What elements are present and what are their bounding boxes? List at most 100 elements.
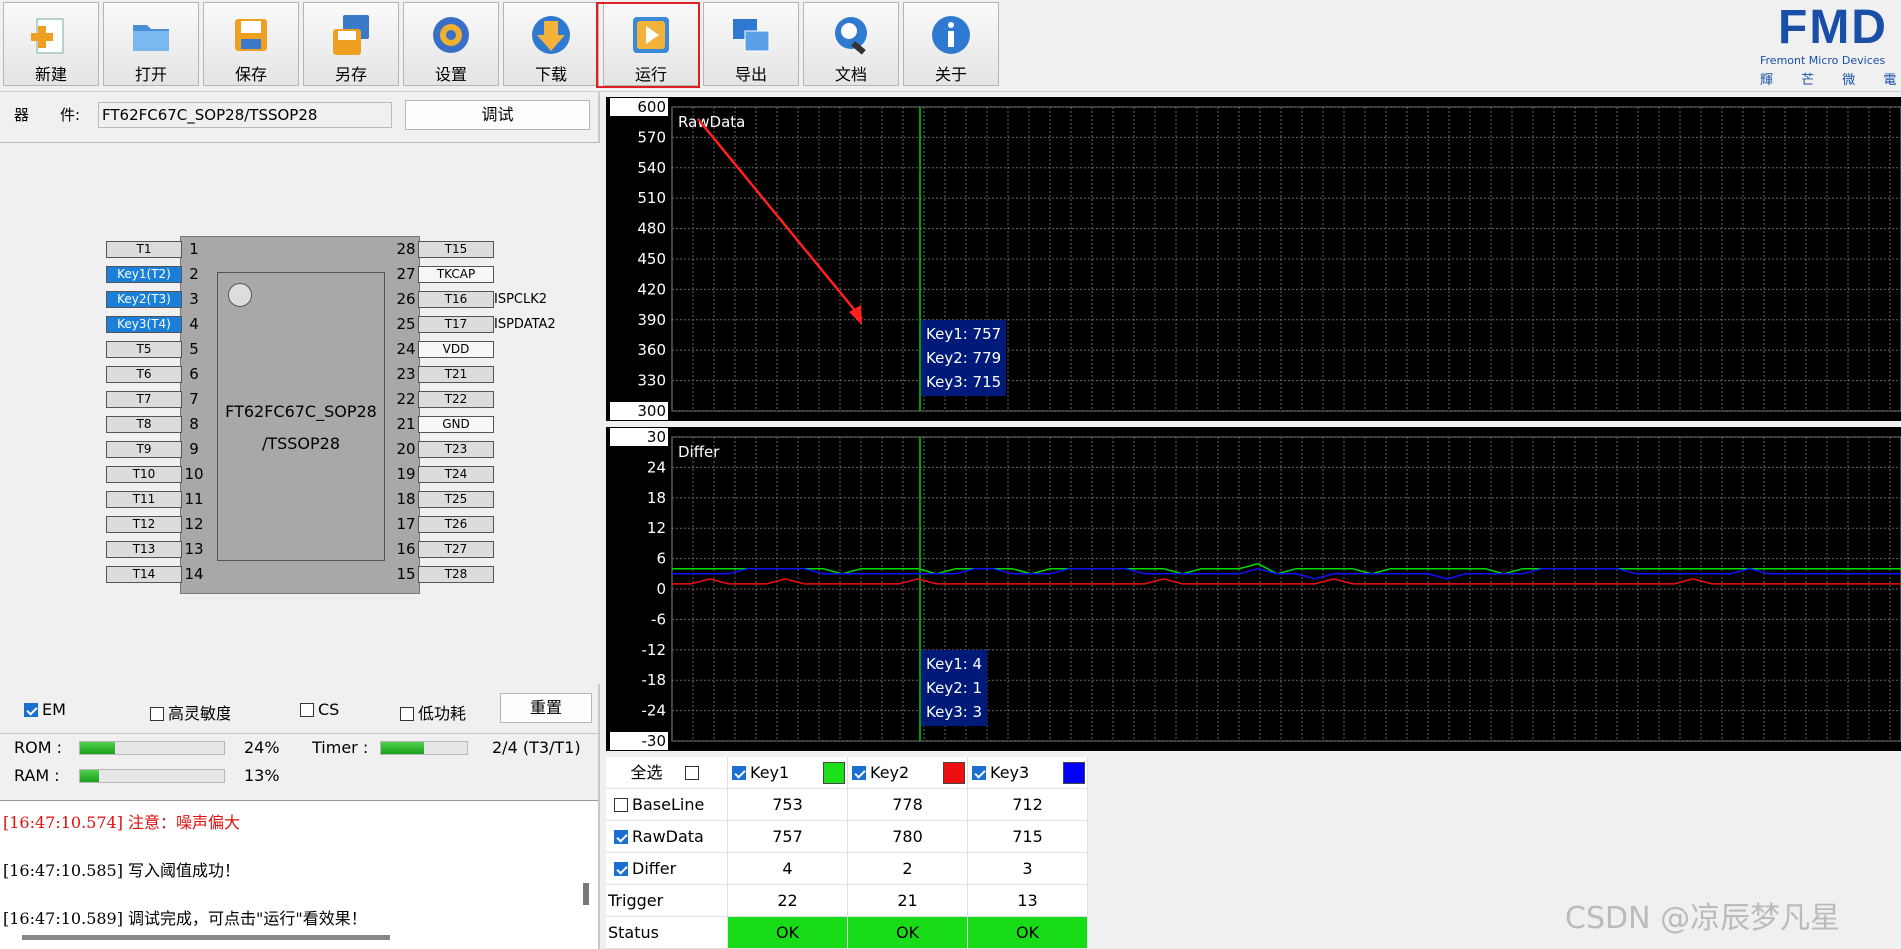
- open-button[interactable]: 打开: [103, 2, 199, 86]
- timer-value: 2/4 (T3/T1): [492, 738, 581, 757]
- new-button[interactable]: 新建: [3, 2, 99, 86]
- pin-number: 14: [184, 565, 204, 583]
- reset-button[interactable]: 重置: [500, 693, 592, 723]
- document-search-icon: [835, 17, 867, 55]
- high-sens-checkbox[interactable]: [150, 707, 164, 721]
- y-tick-label: -12: [642, 641, 667, 659]
- chip-name-line2: /TSSOP28: [261, 434, 341, 453]
- pin-right-26[interactable]: T16: [418, 291, 494, 308]
- cs-option[interactable]: CS: [300, 700, 339, 719]
- cs-checkbox[interactable]: [300, 703, 314, 717]
- watermark: CSDN @凉辰梦凡星: [1565, 901, 1841, 936]
- rom-progress-fill: [80, 742, 115, 754]
- pin-left-6[interactable]: T6: [106, 366, 182, 383]
- pin-number: 11: [184, 490, 204, 508]
- pin-left-3[interactable]: Key2(T3): [106, 291, 182, 308]
- pin-right-20[interactable]: T23: [418, 441, 494, 458]
- pin-left-5[interactable]: T5: [106, 341, 182, 358]
- row-label-text: Differ: [632, 859, 677, 878]
- new-button-label: 新建: [34, 65, 67, 84]
- key-checkbox[interactable]: [972, 766, 986, 780]
- pin-left-10[interactable]: T10: [106, 466, 182, 483]
- key-name: Key1: [750, 763, 790, 782]
- key-header-2[interactable]: Key2: [848, 757, 968, 789]
- pin-left-14[interactable]: T14: [106, 566, 182, 583]
- key-color-swatch[interactable]: [943, 762, 965, 784]
- pin-right-17[interactable]: T26: [418, 516, 494, 533]
- select-all-header[interactable]: 全选: [606, 757, 728, 789]
- pin-number: 5: [189, 340, 199, 358]
- pin-left-11[interactable]: T11: [106, 491, 182, 508]
- select-all-checkbox[interactable]: [684, 766, 699, 780]
- toolbar: 新建 打开 保存 另存 设置 下载 运行 导出 文档 关于 FMD Fremon…: [0, 0, 1901, 92]
- em-option[interactable]: EM: [24, 700, 66, 719]
- pin-left-2[interactable]: Key1(T2): [106, 266, 182, 283]
- row-checkbox[interactable]: [614, 798, 628, 812]
- settings-button[interactable]: 设置: [403, 2, 499, 86]
- row-label[interactable]: RawData: [606, 821, 728, 853]
- pin-left-12[interactable]: T12: [106, 516, 182, 533]
- pin-left-4[interactable]: Key3(T4): [106, 316, 182, 333]
- high-sens-option[interactable]: 高灵敏度: [150, 700, 230, 724]
- pin-right-18[interactable]: T25: [418, 491, 494, 508]
- horizontal-scrollbar[interactable]: [22, 935, 390, 940]
- pin-left-7[interactable]: T7: [106, 391, 182, 408]
- pin-left-8[interactable]: T8: [106, 416, 182, 433]
- table-cell: 2: [848, 853, 968, 885]
- pin-number: 4: [189, 315, 199, 333]
- table-cell: OK: [728, 917, 848, 949]
- key-checkbox[interactable]: [852, 766, 866, 780]
- export-windows-icon: [733, 19, 770, 52]
- row-label-text: Status: [608, 923, 659, 942]
- pin-right-23[interactable]: T21: [418, 366, 494, 383]
- ram-progress-bar: [79, 769, 225, 783]
- pin-number: 8: [189, 415, 199, 433]
- pin-right-25[interactable]: T17: [418, 316, 494, 333]
- export-button[interactable]: 导出: [703, 2, 799, 86]
- differ-tooltip: Key1: 4 Key2: 1 Key3: 3: [921, 650, 988, 726]
- low-power-option[interactable]: 低功耗: [400, 700, 466, 724]
- key-color-swatch[interactable]: [823, 762, 845, 784]
- pin-left-9[interactable]: T9: [106, 441, 182, 458]
- pin-right-21[interactable]: GND: [418, 416, 494, 433]
- info-icon: [932, 16, 970, 54]
- pin-right-28[interactable]: T15: [418, 241, 494, 258]
- pin-right-16[interactable]: T27: [418, 541, 494, 558]
- pin-right-15[interactable]: T28: [418, 566, 494, 583]
- row-checkbox[interactable]: [614, 830, 628, 844]
- log-line: [16:47:10.574] 注意：噪声偏大: [3, 813, 241, 832]
- key-header-1[interactable]: Key1: [728, 757, 848, 789]
- about-button[interactable]: 关于: [903, 2, 999, 86]
- y-tick-label: 0: [656, 580, 666, 598]
- row-label[interactable]: Differ: [606, 853, 728, 885]
- em-checkbox[interactable]: [24, 703, 38, 717]
- row-checkbox[interactable]: [614, 862, 628, 876]
- pin-number: 26: [396, 290, 416, 308]
- pin-right-27[interactable]: TKCAP: [418, 266, 494, 283]
- pin-left-1[interactable]: T1: [106, 241, 182, 258]
- document-button[interactable]: 文档: [803, 2, 899, 86]
- key-header-3[interactable]: Key3: [968, 757, 1088, 789]
- charts-svg: 600570540510480450420390360330300RawData…: [610, 98, 1901, 750]
- pin-right-19[interactable]: T24: [418, 466, 494, 483]
- debug-button[interactable]: 调试: [405, 100, 590, 130]
- rom-progress-bar: [79, 741, 225, 755]
- pin-right-24[interactable]: VDD: [418, 341, 494, 358]
- save-button[interactable]: 保存: [203, 2, 299, 86]
- log-panel[interactable]: [16:47:10.574] 注意：噪声偏大 [16:47:10.585] 写入…: [0, 800, 598, 949]
- pin-number: 19: [396, 465, 416, 483]
- y-tick-label: 450: [637, 250, 666, 268]
- device-field[interactable]: FT62FC67C_SOP28/TSSOP28: [98, 102, 392, 128]
- download-button[interactable]: 下载: [503, 2, 599, 86]
- pin-number: 1: [189, 240, 199, 258]
- logo-cn: 輝 芒 微 電 子: [1760, 73, 1901, 88]
- vertical-scrollbar[interactable]: [583, 883, 589, 905]
- row-label[interactable]: BaseLine: [606, 789, 728, 821]
- pin-left-13[interactable]: T13: [106, 541, 182, 558]
- key-color-swatch[interactable]: [1063, 762, 1085, 784]
- key-checkbox[interactable]: [732, 766, 746, 780]
- pin-right-22[interactable]: T22: [418, 391, 494, 408]
- save-as-button[interactable]: 另存: [303, 2, 399, 86]
- y-tick-label: 300: [637, 402, 666, 420]
- low-power-checkbox[interactable]: [400, 707, 414, 721]
